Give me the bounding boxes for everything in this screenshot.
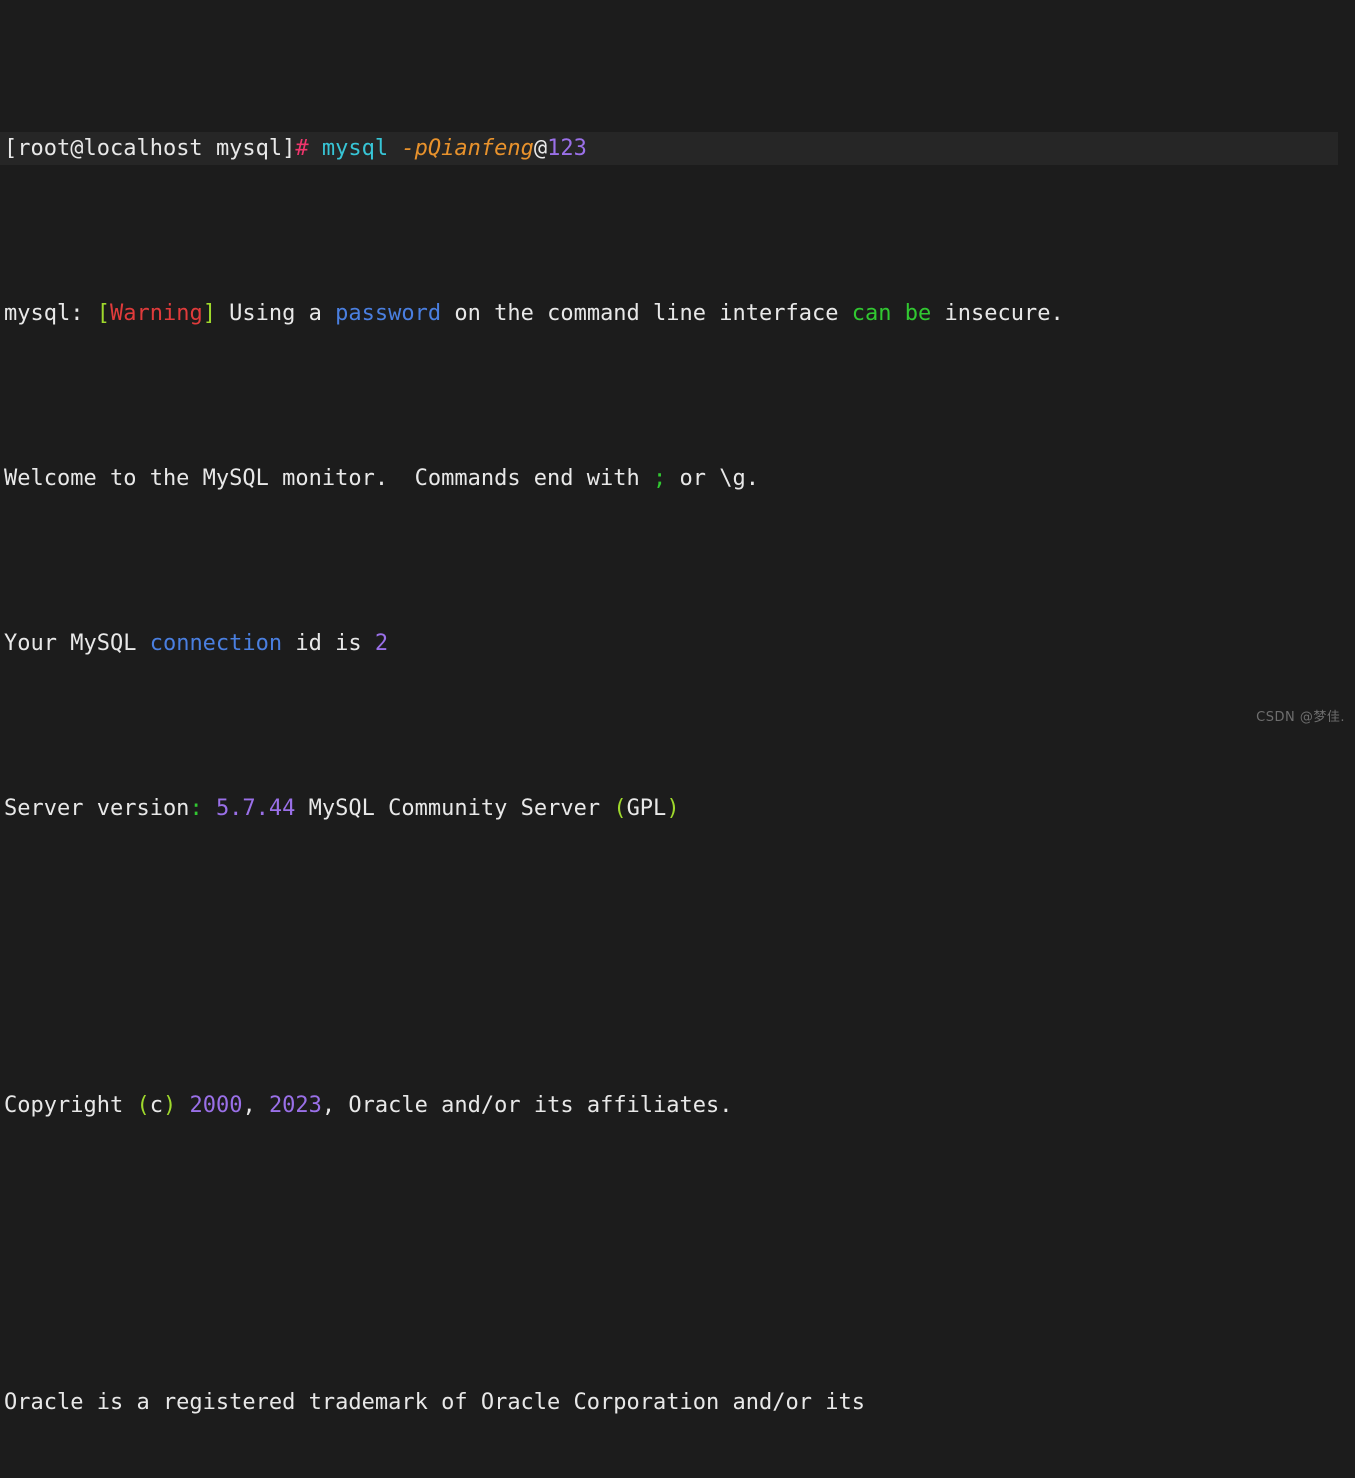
copyright-year-start: 2000	[189, 1093, 243, 1118]
copyright-paren-close: )	[162, 1093, 177, 1118]
connection-id-value: 2	[374, 631, 389, 656]
warning-space-1	[891, 301, 904, 326]
connection-keyword: connection	[149, 631, 283, 656]
prompt-hash-symbol: #	[295, 136, 309, 161]
csdn-watermark: CSDN @梦佳.	[1256, 710, 1345, 725]
terminal-window[interactable]: [root@localhost mysql]# mysql -pQianfeng…	[0, 0, 1355, 1415]
warning-bracket-open: [	[96, 301, 110, 326]
copyright-paren-open: (	[136, 1093, 150, 1118]
copyright-line: Copyright (c) 2000, 2023, Oracle and/or …	[0, 1089, 1355, 1122]
server-license-name: GPL	[626, 796, 667, 821]
copyright-c-letter: c	[149, 1093, 163, 1118]
warning-can-word: can	[851, 301, 892, 326]
command-password-flag: -pQianfeng	[401, 136, 534, 161]
command-password-suffix: 123	[547, 136, 587, 161]
warning-be-word: be	[904, 301, 932, 326]
welcome-text-part1: Welcome to the MySQL monitor. Commands e…	[4, 466, 654, 491]
server-product-name: MySQL Community Server	[295, 796, 614, 821]
prompt-cmd-space	[309, 136, 322, 161]
server-license-paren-close: )	[666, 796, 680, 821]
welcome-text-part2: or \g.	[666, 466, 759, 491]
warning-bracket-close: ]	[202, 301, 216, 326]
copyright-comma-1: ,	[242, 1093, 269, 1118]
mysql-connection-line: Your MySQL connection id is 2	[0, 627, 1355, 660]
prompt-user-host: root@localhost	[17, 136, 203, 161]
server-version-space	[203, 796, 216, 821]
warning-tail-text: insecure.	[931, 301, 1064, 326]
trademark-line-1: Oracle is a registered trademark of Orac…	[4, 1390, 865, 1415]
warning-password-word: password	[335, 301, 442, 326]
warning-mid-text-2: on the command line interface	[441, 301, 852, 326]
copyright-text-part1: Copyright	[4, 1093, 137, 1118]
mysql-warning-line: mysql: [Warning] Using a password on the…	[0, 297, 1355, 330]
shell-prompt-line: [root@localhost mysql]# mysql -pQianfeng…	[0, 132, 1338, 165]
welcome-semicolon: ;	[653, 466, 667, 491]
command-arg-space	[388, 136, 401, 161]
mysql-server-version-line: Server version: 5.7.44 MySQL Community S…	[0, 792, 1355, 825]
copyright-year-end: 2023	[268, 1093, 322, 1118]
server-version-value: 5.7.44	[215, 796, 296, 821]
copyright-space	[176, 1093, 189, 1118]
connection-text-part2: id is	[282, 631, 375, 656]
prompt-bracket-close: ]	[282, 136, 296, 161]
warning-prefix: mysql:	[4, 301, 97, 326]
copyright-tail-text: , Oracle and/or its affiliates.	[321, 1093, 733, 1118]
command-at-symbol: @	[533, 136, 548, 161]
prompt-bracket-open: [	[4, 136, 18, 161]
command-name: mysql	[321, 136, 389, 161]
prompt-cwd: mysql	[215, 136, 283, 161]
warning-mid-text-1: Using a	[215, 301, 336, 326]
server-version-label: Server version	[4, 796, 190, 821]
warning-keyword: Warning	[109, 301, 203, 326]
server-license-paren-open: (	[613, 796, 627, 821]
connection-text-part1: Your MySQL	[4, 631, 150, 656]
mysql-welcome-line: Welcome to the MySQL monitor. Commands e…	[0, 462, 1355, 495]
server-version-colon: :	[189, 796, 203, 821]
